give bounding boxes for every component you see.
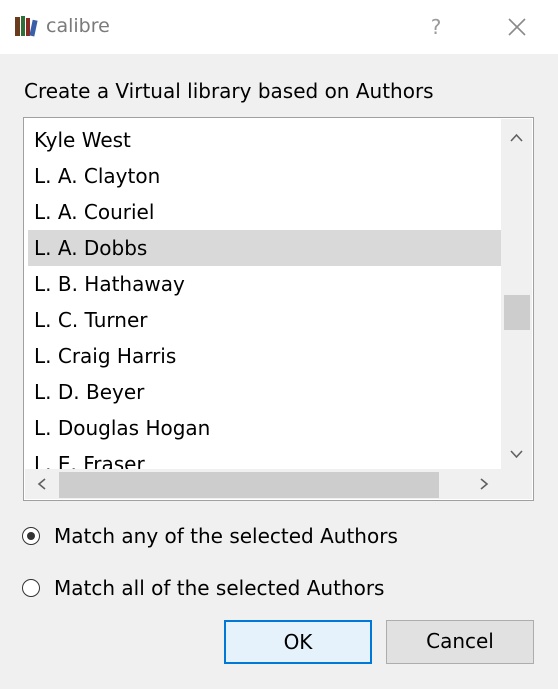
list-item[interactable]: L. A. Couriel	[28, 194, 501, 230]
scroll-left-icon[interactable]	[27, 469, 57, 499]
scroll-right-icon[interactable]	[469, 469, 499, 499]
radio-selected-dot	[27, 532, 35, 540]
vertical-scrollbar[interactable]	[501, 119, 532, 469]
vertical-scroll-thumb[interactable]	[504, 295, 530, 330]
ok-button[interactable]: OK	[224, 620, 372, 664]
list-item[interactable]: Kyle West	[28, 122, 501, 158]
match-all-option[interactable]: Match all of the selected Authors	[22, 574, 384, 602]
match-all-radio[interactable]	[22, 579, 40, 597]
scrollbar-corner	[501, 469, 532, 499]
list-item[interactable]: L. A. Clayton	[28, 158, 501, 194]
list-item-selected[interactable]: L. A. Dobbs	[28, 230, 501, 266]
list-item[interactable]: L. D. Beyer	[28, 374, 501, 410]
help-button[interactable]: ?	[424, 14, 448, 40]
list-item[interactable]: L. Douglas Hogan	[28, 410, 501, 446]
match-any-radio[interactable]	[22, 527, 40, 545]
match-any-label[interactable]: Match any of the selected Authors	[54, 524, 398, 548]
list-item[interactable]: L. Craig Harris	[28, 338, 501, 374]
scroll-down-icon[interactable]	[501, 439, 532, 469]
list-item[interactable]: L. B. Hathaway	[28, 266, 501, 302]
scroll-up-icon[interactable]	[501, 123, 532, 153]
match-any-option[interactable]: Match any of the selected Authors	[22, 522, 398, 550]
title-bar: calibre ?	[0, 0, 558, 54]
authors-list-viewport: Kyle West L. A. Clayton L. A. Couriel L.…	[28, 122, 501, 470]
close-icon[interactable]	[500, 12, 534, 42]
calibre-app-icon	[15, 16, 38, 37]
list-item[interactable]: L. E. Fraser	[28, 446, 501, 470]
window-title: calibre	[46, 15, 110, 37]
horizontal-scrollbar[interactable]	[25, 469, 501, 499]
horizontal-scroll-thumb[interactable]	[59, 472, 439, 498]
match-all-label[interactable]: Match all of the selected Authors	[54, 576, 384, 600]
authors-list[interactable]: Kyle West L. A. Clayton L. A. Couriel L.…	[23, 117, 534, 501]
cancel-button[interactable]: Cancel	[386, 620, 534, 664]
list-item[interactable]: L. C. Turner	[28, 302, 501, 338]
dialog-prompt: Create a Virtual library based on Author…	[24, 79, 434, 103]
